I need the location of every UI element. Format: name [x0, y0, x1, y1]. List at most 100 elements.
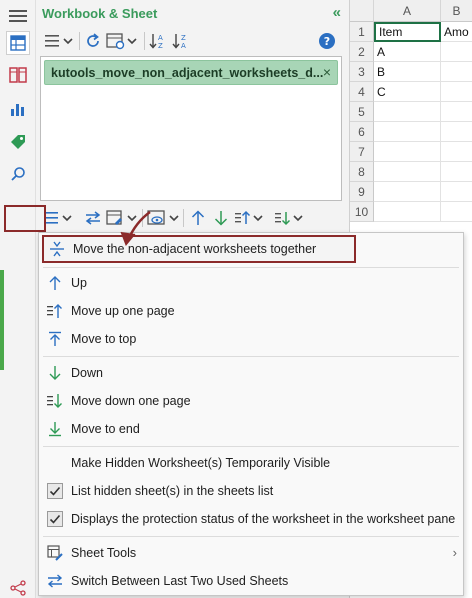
tag-icon[interactable]	[6, 130, 30, 154]
cell-a4[interactable]: C	[374, 82, 441, 102]
row-header[interactable]: 10	[350, 202, 374, 222]
move-options-highlight	[4, 205, 46, 232]
move-options-menu: Move the non-adjacent worksheets togethe…	[38, 232, 464, 596]
help-icon[interactable]: ?	[318, 30, 336, 52]
menu-item-list-hidden-sheets[interactable]: List hidden sheet(s) in the sheets list	[39, 477, 463, 505]
visibility-dropdown[interactable]	[147, 207, 181, 229]
swap-icon[interactable]	[84, 207, 102, 229]
menu-item-label: Move up one page	[71, 304, 175, 318]
select-all-corner[interactable]	[350, 0, 374, 22]
cell[interactable]	[441, 182, 472, 202]
menu-item-label: Move the non-adjacent worksheets togethe…	[73, 242, 317, 256]
svg-text:A: A	[158, 34, 163, 42]
bar-chart-icon[interactable]	[6, 97, 30, 121]
cell-a1[interactable]: Item	[374, 22, 441, 42]
row-header[interactable]: 8	[350, 162, 374, 182]
checkbox-container	[46, 510, 64, 528]
switch-icon	[46, 572, 64, 590]
checkbox-container	[46, 482, 64, 500]
cell[interactable]	[374, 202, 441, 222]
menu-item-label: Move down one page	[71, 394, 191, 408]
cell[interactable]	[374, 122, 441, 142]
row-header[interactable]: 6	[350, 122, 374, 142]
menu-item-label: Switch Between Last Two Used Sheets	[71, 574, 289, 588]
share-icon[interactable]	[6, 576, 30, 598]
arrow-up-icon	[46, 274, 64, 292]
sheet-settings-dropdown[interactable]	[106, 30, 140, 52]
svg-text:Z: Z	[158, 42, 163, 50]
menu-item-label: Up	[71, 276, 87, 290]
arrow-down-icon	[46, 364, 64, 382]
move-up-page-dropdown[interactable]	[234, 207, 266, 229]
move-options-dropdown[interactable]	[42, 207, 74, 229]
menu-item-label: Displays the protection status of the wo…	[71, 512, 456, 526]
hamburger-menu-icon[interactable]	[6, 4, 30, 28]
cell[interactable]	[441, 62, 472, 82]
move-toolbar	[36, 205, 349, 233]
menu-item-label: Move to end	[71, 422, 140, 436]
menu-item-label: Make Hidden Worksheet(s) Temporarily Vis…	[71, 456, 331, 470]
menu-item-sheet-tools[interactable]: Sheet Tools ›	[39, 539, 463, 567]
move-up-icon[interactable]	[189, 207, 207, 229]
cell[interactable]	[441, 142, 472, 162]
page-down-icon	[46, 392, 64, 410]
cell[interactable]	[441, 82, 472, 102]
cell[interactable]	[441, 102, 472, 122]
move-down-icon[interactable]	[212, 207, 230, 229]
collapse-pane-icon[interactable]: «	[333, 4, 341, 21]
cell-b1[interactable]: Amo	[441, 22, 472, 42]
menu-item-label: List hidden sheet(s) in the sheets list	[71, 484, 274, 498]
row-header[interactable]: 9	[350, 182, 374, 202]
row-header[interactable]: 4	[350, 82, 374, 102]
cell-a3[interactable]: B	[374, 62, 441, 82]
menu-item-make-hidden-visible[interactable]: Make Hidden Worksheet(s) Temporarily Vis…	[39, 449, 463, 477]
menu-item-move-to-end[interactable]: Move to end	[39, 415, 463, 443]
cell[interactable]	[374, 182, 441, 202]
cell[interactable]	[441, 42, 472, 62]
cell[interactable]	[441, 202, 472, 222]
row-header[interactable]: 5	[350, 102, 374, 122]
row-header[interactable]: 3	[350, 62, 374, 82]
row-header[interactable]: 2	[350, 42, 374, 62]
checkbox-checked-icon[interactable]	[47, 483, 63, 499]
sort-ascending-icon[interactable]: AZ	[149, 30, 167, 52]
menu-item-move-down-page[interactable]: Move down one page	[39, 387, 463, 415]
menu-item-switch-last-two-sheets[interactable]: Switch Between Last Two Used Sheets	[39, 567, 463, 595]
row-header[interactable]: 7	[350, 142, 374, 162]
sheet-tools-icon	[46, 544, 64, 562]
cell[interactable]	[374, 162, 441, 182]
menu-item-move-non-adjacent[interactable]: Move the non-adjacent worksheets togethe…	[42, 235, 356, 263]
menu-item-down[interactable]: Down	[39, 359, 463, 387]
checkbox-checked-icon[interactable]	[47, 511, 63, 527]
cell[interactable]	[374, 142, 441, 162]
move-top-icon	[46, 330, 64, 348]
cell[interactable]	[441, 122, 472, 142]
remove-tag-icon[interactable]: ×	[323, 64, 331, 80]
sort-descending-icon[interactable]: ZA	[172, 30, 190, 52]
list-view-dropdown[interactable]	[44, 30, 74, 52]
menu-item-label: Down	[71, 366, 103, 380]
selected-sheet-tag[interactable]: kutools_move_non_adjacent_worksheets_d..…	[44, 60, 338, 85]
cell-a2[interactable]: A	[374, 42, 441, 62]
cell[interactable]	[441, 162, 472, 182]
sheet-edit-dropdown[interactable]	[106, 207, 140, 229]
collapse-vertical-icon	[48, 240, 66, 258]
navigation-pane-icon[interactable]	[6, 31, 30, 55]
column-header-b[interactable]: B	[441, 0, 472, 22]
menu-item-up[interactable]: Up	[39, 269, 463, 297]
submenu-chevron-icon: ›	[452, 545, 457, 560]
page-up-icon	[46, 302, 64, 320]
cell[interactable]	[374, 102, 441, 122]
sheet-list[interactable]: kutools_move_non_adjacent_worksheets_d..…	[40, 56, 342, 201]
column-header-a[interactable]: A	[374, 0, 441, 22]
svg-text:A: A	[181, 42, 186, 50]
menu-item-move-to-top[interactable]: Move to top	[39, 325, 463, 353]
move-down-page-dropdown[interactable]	[274, 207, 306, 229]
row-header[interactable]: 1	[350, 22, 374, 42]
search-icon[interactable]	[6, 162, 30, 186]
sheet-toolbar: AZ ZA ?	[36, 28, 349, 56]
menu-item-move-up-page[interactable]: Move up one page	[39, 297, 463, 325]
menu-item-display-protection-status[interactable]: Displays the protection status of the wo…	[39, 505, 463, 533]
workbook-sheet-icon[interactable]	[6, 63, 30, 87]
refresh-icon[interactable]	[84, 30, 102, 52]
